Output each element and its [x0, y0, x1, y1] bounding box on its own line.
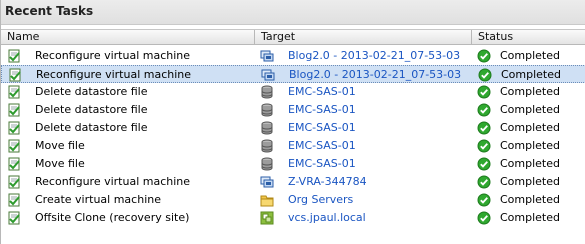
task-target-link[interactable]: EMC-SAS-01	[288, 83, 356, 101]
table-row[interactable]: Delete datastore file EMC-SAS-01 Completed	[1, 83, 585, 101]
task-status: Completed	[501, 68, 561, 81]
column-header-target[interactable]: Target	[255, 30, 472, 45]
datastore-icon	[260, 85, 274, 99]
table-row[interactable]: Delete datastore file EMC-SAS-01 Completed	[1, 101, 585, 119]
check-icon	[477, 193, 491, 207]
task-status: Completed	[500, 139, 560, 152]
check-icon	[477, 139, 491, 153]
task-target-link[interactable]: Blog2.0 - 2013-02-21_07-53-03	[288, 47, 460, 65]
vm-icon	[261, 68, 275, 82]
panel-title: Recent Tasks	[1, 0, 585, 25]
task-status: Completed	[500, 193, 560, 206]
table-header: Name Target Status	[1, 29, 585, 45]
vcenter-icon	[260, 211, 274, 225]
column-header-name[interactable]: Name	[1, 30, 255, 45]
table-row[interactable]: Move file EMC-SAS-01 Completed	[1, 155, 585, 173]
task-icon	[7, 211, 21, 225]
check-icon	[477, 121, 491, 135]
task-icon	[7, 85, 21, 99]
task-name: Reconfigure virtual machine	[35, 175, 191, 188]
column-header-status[interactable]: Status	[472, 30, 585, 45]
task-icon	[7, 193, 21, 207]
vm-icon	[260, 175, 274, 189]
task-name: Move file	[35, 157, 85, 170]
task-icon	[7, 103, 21, 117]
task-icon	[7, 49, 21, 63]
task-status: Completed	[500, 211, 560, 224]
table-row[interactable]: Reconfigure virtual machine Blog2.0 - 201…	[1, 47, 585, 65]
task-icon	[7, 175, 21, 189]
task-status: Completed	[500, 175, 560, 188]
task-icon	[7, 121, 21, 135]
vm-icon	[260, 49, 274, 63]
task-target-link[interactable]: EMC-SAS-01	[288, 119, 356, 137]
datastore-icon	[260, 157, 274, 171]
datastore-icon	[260, 139, 274, 153]
check-icon	[477, 175, 491, 189]
task-name: Move file	[35, 139, 85, 152]
task-target-link[interactable]: Blog2.0 - 2013-02-21_07-53-03	[289, 66, 461, 84]
task-icon	[7, 139, 21, 153]
task-status: Completed	[500, 85, 560, 98]
datastore-icon	[260, 121, 274, 135]
task-name: Delete datastore file	[35, 121, 148, 134]
task-target-link[interactable]: Org Servers	[288, 191, 353, 209]
task-icon	[8, 68, 22, 82]
table-row[interactable]: Offsite Clone (recovery site) vcs.jpaul.l…	[1, 209, 585, 227]
check-icon	[477, 157, 491, 171]
task-target-link[interactable]: vcs.jpaul.local	[288, 209, 366, 227]
task-target-link[interactable]: EMC-SAS-01	[288, 155, 356, 173]
task-icon	[7, 157, 21, 171]
task-status: Completed	[500, 49, 560, 62]
task-target-link[interactable]: EMC-SAS-01	[288, 137, 356, 155]
task-status: Completed	[500, 121, 560, 134]
check-icon	[477, 85, 491, 99]
task-name: Offsite Clone (recovery site)	[35, 211, 190, 224]
task-status: Completed	[500, 103, 560, 116]
check-icon	[477, 103, 491, 117]
folder-icon	[260, 193, 274, 207]
task-list: Reconfigure virtual machine Blog2.0 - 201…	[1, 47, 585, 227]
task-name: Reconfigure virtual machine	[35, 49, 191, 62]
check-icon	[477, 211, 491, 225]
check-icon	[477, 49, 491, 63]
task-name: Create virtual machine	[35, 193, 161, 206]
check-icon	[478, 68, 492, 82]
task-name: Reconfigure virtual machine	[36, 68, 192, 81]
table-row[interactable]: Reconfigure virtual machine Blog2.0 - 201…	[1, 65, 585, 83]
table-row[interactable]: Delete datastore file EMC-SAS-01 Completed	[1, 119, 585, 137]
task-name: Delete datastore file	[35, 85, 148, 98]
table-row[interactable]: Reconfigure virtual machine Z-VRA-344784 C…	[1, 173, 585, 191]
datastore-icon	[260, 103, 274, 117]
table-row[interactable]: Create virtual machine Org Servers Complet…	[1, 191, 585, 209]
recent-tasks-panel: Recent Tasks Name Target Status Reconfig…	[0, 0, 585, 244]
task-status: Completed	[500, 157, 560, 170]
task-target-link[interactable]: Z-VRA-344784	[288, 173, 367, 191]
task-target-link[interactable]: EMC-SAS-01	[288, 101, 356, 119]
table-row[interactable]: Move file EMC-SAS-01 Completed	[1, 137, 585, 155]
task-name: Delete datastore file	[35, 103, 148, 116]
